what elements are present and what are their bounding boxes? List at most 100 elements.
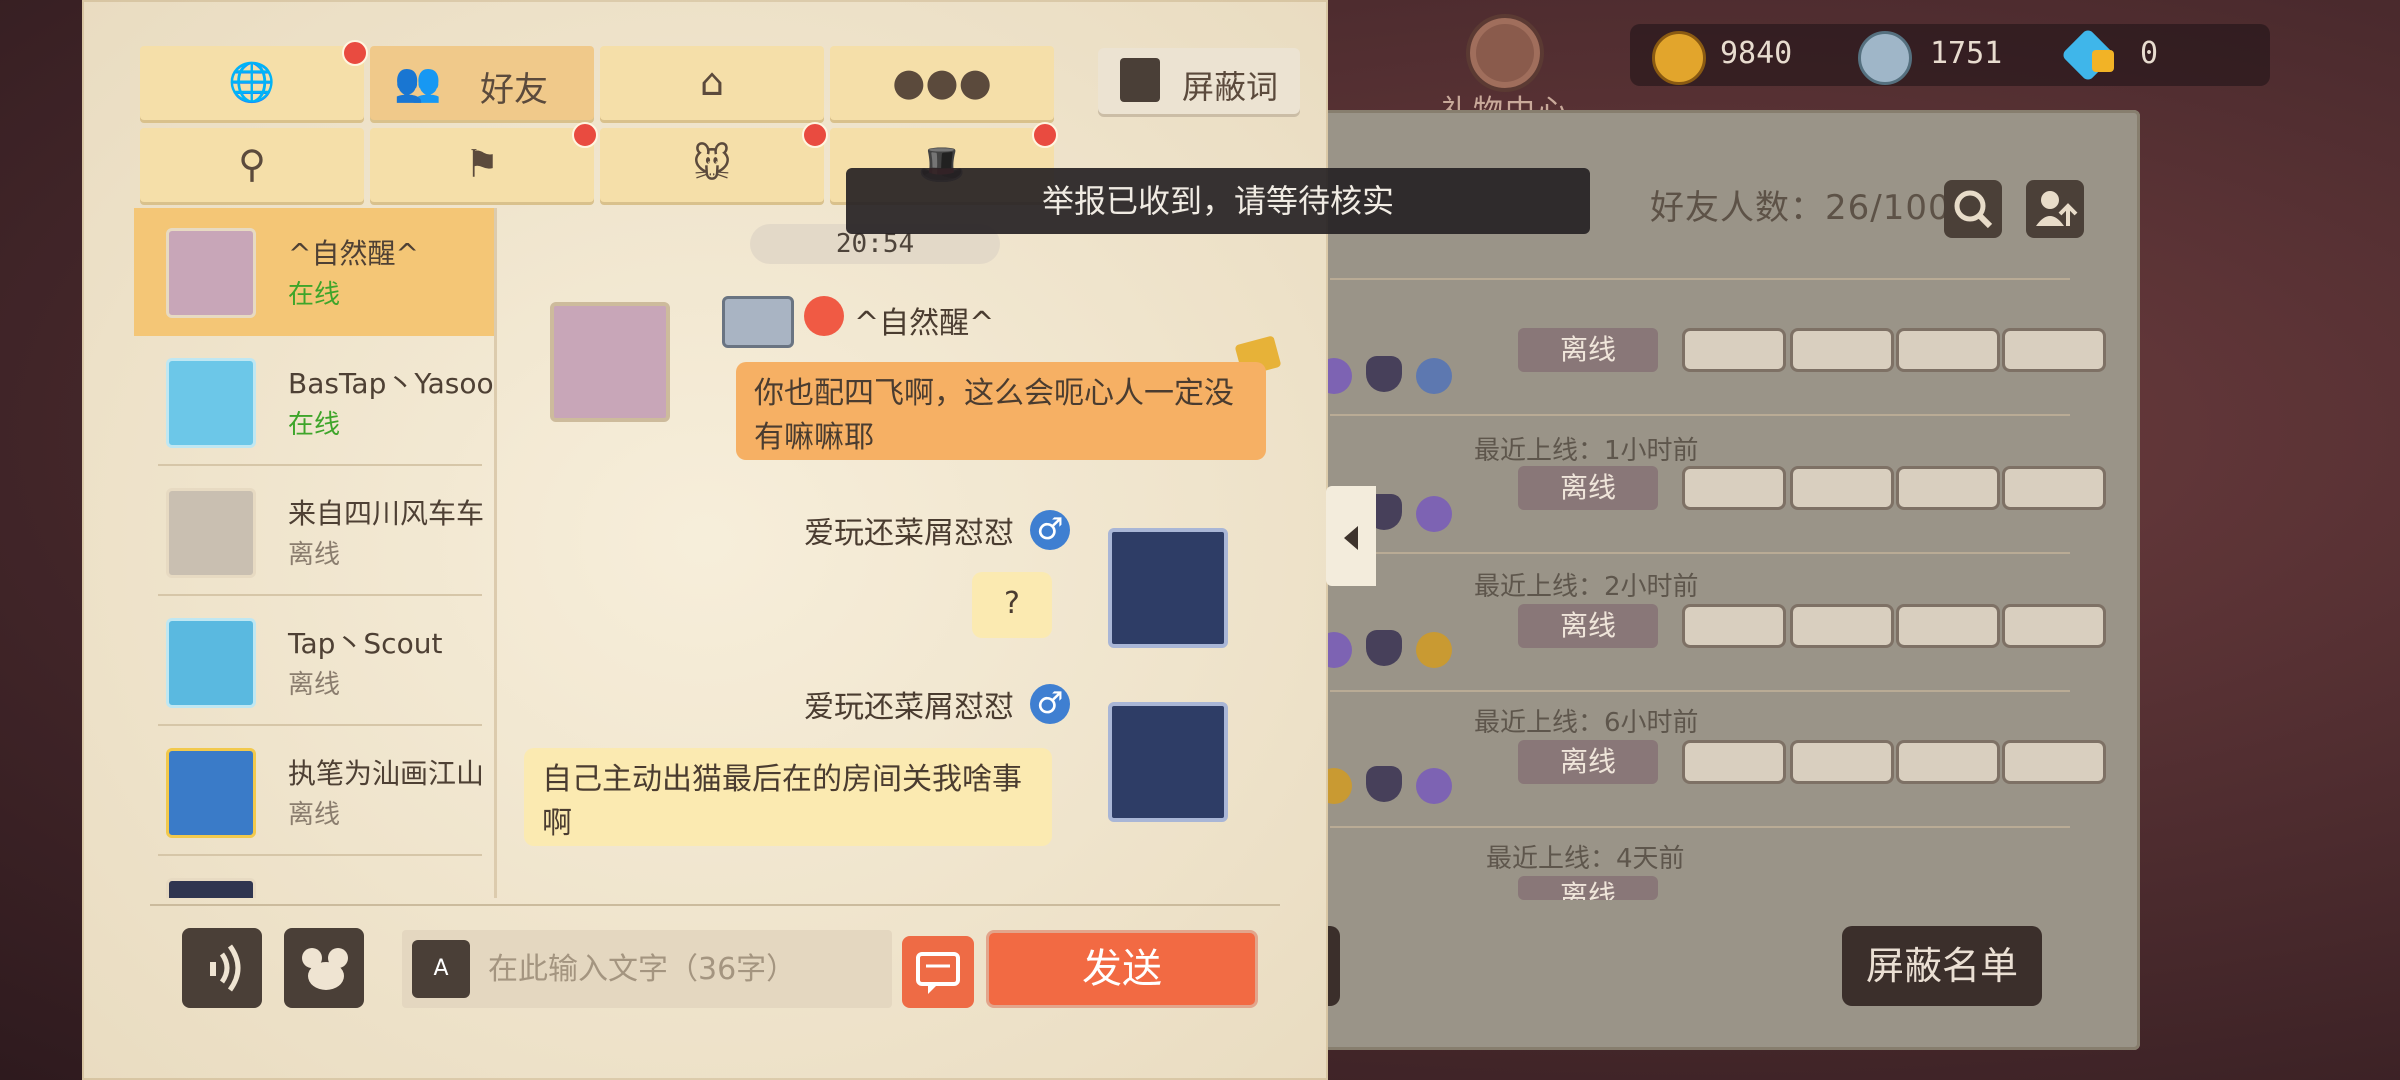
last-online-text: 最近上线：1小时前 bbox=[1474, 436, 1699, 466]
avatar bbox=[166, 358, 256, 448]
block-words-label: 屏蔽词 bbox=[1182, 68, 1279, 106]
contact-item[interactable]: 执笔为汕画江山 离线 bbox=[134, 728, 494, 856]
notification-dot bbox=[342, 40, 368, 66]
contact-name: BasTap丶Yasoo bbox=[288, 367, 494, 400]
tab-team[interactable]: ●●● bbox=[830, 46, 1054, 120]
sender-name: 爱玩还菜屑怼怼 bbox=[804, 690, 1014, 725]
silver-coin-icon bbox=[1858, 31, 1912, 85]
tab-world[interactable]: 🌐 bbox=[140, 40, 368, 120]
block-list-button[interactable]: 屏蔽名单 bbox=[1842, 926, 2042, 1006]
contact-name: ^自然醒^ bbox=[288, 237, 419, 270]
sender-name: 爱玩还菜屑怼怼 bbox=[804, 516, 1014, 551]
contact-status: 离线 bbox=[288, 540, 341, 570]
avatar bbox=[166, 618, 256, 708]
rank-badge-icon bbox=[1416, 358, 1452, 394]
divider bbox=[158, 724, 482, 726]
contact-name: 来自四川风车车 bbox=[288, 497, 485, 530]
contact-status: 离线 bbox=[288, 800, 341, 830]
contact-item[interactable] bbox=[134, 858, 494, 898]
tab-home[interactable]: ⌂ bbox=[600, 46, 824, 120]
mouse-icon: 🐭 bbox=[692, 142, 732, 186]
house-icon: ⌂ bbox=[699, 60, 725, 104]
chat-button[interactable] bbox=[1682, 604, 1786, 648]
status-badge: 离线 bbox=[1518, 328, 1658, 372]
contact-item[interactable]: ^自然醒^ 在线 bbox=[134, 208, 494, 336]
toast-message: 举报已收到，请等待核实 bbox=[846, 168, 1590, 234]
gift-button[interactable] bbox=[1790, 328, 1894, 372]
card-badge-icon bbox=[722, 296, 794, 348]
avatar[interactable] bbox=[550, 302, 670, 422]
tab-nearby[interactable]: ⚲ bbox=[140, 128, 364, 202]
voice-button[interactable] bbox=[182, 928, 262, 1008]
male-icon: ♂ bbox=[1030, 510, 1070, 550]
rank-badge-icon bbox=[1416, 768, 1452, 804]
notification-dot bbox=[572, 122, 598, 148]
chat-button[interactable] bbox=[1682, 740, 1786, 784]
voice-icon bbox=[210, 944, 241, 992]
last-online-text: 最近上线：4天前 bbox=[1486, 844, 1685, 874]
add-friend-button[interactable] bbox=[2026, 180, 2084, 238]
tab-guild[interactable]: ⚑ bbox=[370, 122, 598, 202]
contact-name: 执笔为汕画江山 bbox=[288, 757, 485, 790]
tab-mouse[interactable]: 🐭 bbox=[600, 122, 828, 202]
list-divider bbox=[494, 208, 497, 898]
chat-bubble-icon bbox=[916, 952, 960, 994]
silver-amount: 1751 bbox=[1930, 36, 2003, 71]
last-online-text: 最近上线：2小时前 bbox=[1474, 572, 1699, 602]
row-divider bbox=[1330, 552, 2070, 554]
contact-item[interactable]: Tap丶Scout 离线 bbox=[134, 598, 494, 726]
contact-item[interactable]: 来自四川风车车 离线 bbox=[134, 468, 494, 596]
avatar[interactable] bbox=[1108, 528, 1228, 648]
more-button[interactable] bbox=[2002, 328, 2106, 372]
avatar[interactable] bbox=[1108, 702, 1228, 822]
note-button[interactable] bbox=[1896, 740, 2000, 784]
gift-button[interactable] bbox=[1790, 604, 1894, 648]
gift-center-button[interactable]: 礼物中心 bbox=[1440, 14, 1570, 129]
message-input[interactable] bbox=[402, 930, 892, 1008]
chevron-left-icon bbox=[1344, 526, 1358, 550]
contact-list[interactable]: ^自然醒^ 在线 BasTap丶Yasoo 在线 来自四川风车车 离线 Tap丶… bbox=[134, 208, 494, 898]
quick-phrase-button[interactable] bbox=[902, 936, 974, 1008]
gift-box-icon bbox=[1466, 14, 1544, 92]
add-user-icon bbox=[2036, 191, 2078, 226]
gift-button[interactable] bbox=[1790, 740, 1894, 784]
globe-icon: 🌐 bbox=[228, 60, 276, 104]
avatar bbox=[166, 488, 256, 578]
male-icon: ♂ bbox=[1030, 684, 1070, 724]
avatar bbox=[166, 228, 256, 318]
gold-coin-icon bbox=[1652, 31, 1706, 85]
tab-friends[interactable]: 👥 好友 bbox=[370, 46, 594, 120]
avatar bbox=[166, 748, 256, 838]
input-divider bbox=[150, 904, 1280, 906]
diamond-amount: 0 bbox=[2140, 36, 2159, 71]
add-diamond-icon[interactable] bbox=[2092, 50, 2114, 72]
search-friend-button[interactable] bbox=[1944, 180, 2002, 238]
chat-button[interactable] bbox=[1682, 466, 1786, 510]
sticker-button[interactable] bbox=[284, 928, 364, 1008]
rank-badge-icon bbox=[1416, 496, 1452, 532]
block-words-icon bbox=[1120, 58, 1160, 102]
block-words-button[interactable]: 屏蔽词 bbox=[1098, 48, 1300, 114]
send-button[interactable]: 发送 bbox=[986, 930, 1258, 1008]
status-badge: 离线 bbox=[1518, 876, 1658, 900]
status-badge: 离线 bbox=[1518, 740, 1658, 784]
note-button[interactable] bbox=[1896, 466, 2000, 510]
more-button[interactable] bbox=[2002, 740, 2106, 784]
voice-to-text-icon[interactable]: A bbox=[412, 940, 470, 998]
gift-button[interactable] bbox=[1790, 466, 1894, 510]
search-icon bbox=[1954, 190, 1993, 229]
more-button[interactable] bbox=[2002, 466, 2106, 510]
contact-name: Tap丶Scout bbox=[288, 627, 443, 660]
collapse-panel-button[interactable] bbox=[1326, 486, 1376, 586]
status-badge: 离线 bbox=[1518, 466, 1658, 510]
contact-item[interactable]: BasTap丶Yasoo 在线 bbox=[134, 338, 494, 466]
note-button[interactable] bbox=[1896, 328, 2000, 372]
message-bubble: 你也配四飞啊，这么会呃心人一定没有嘛嘛耶 bbox=[736, 362, 1266, 460]
more-button[interactable] bbox=[2002, 604, 2106, 648]
contact-status: 在线 bbox=[288, 410, 341, 440]
status-badge: 离线 bbox=[1518, 604, 1658, 648]
chat-button[interactable] bbox=[1682, 328, 1786, 372]
note-button[interactable] bbox=[1896, 604, 2000, 648]
row-divider bbox=[1330, 414, 2070, 416]
notification-dot bbox=[1032, 122, 1058, 148]
